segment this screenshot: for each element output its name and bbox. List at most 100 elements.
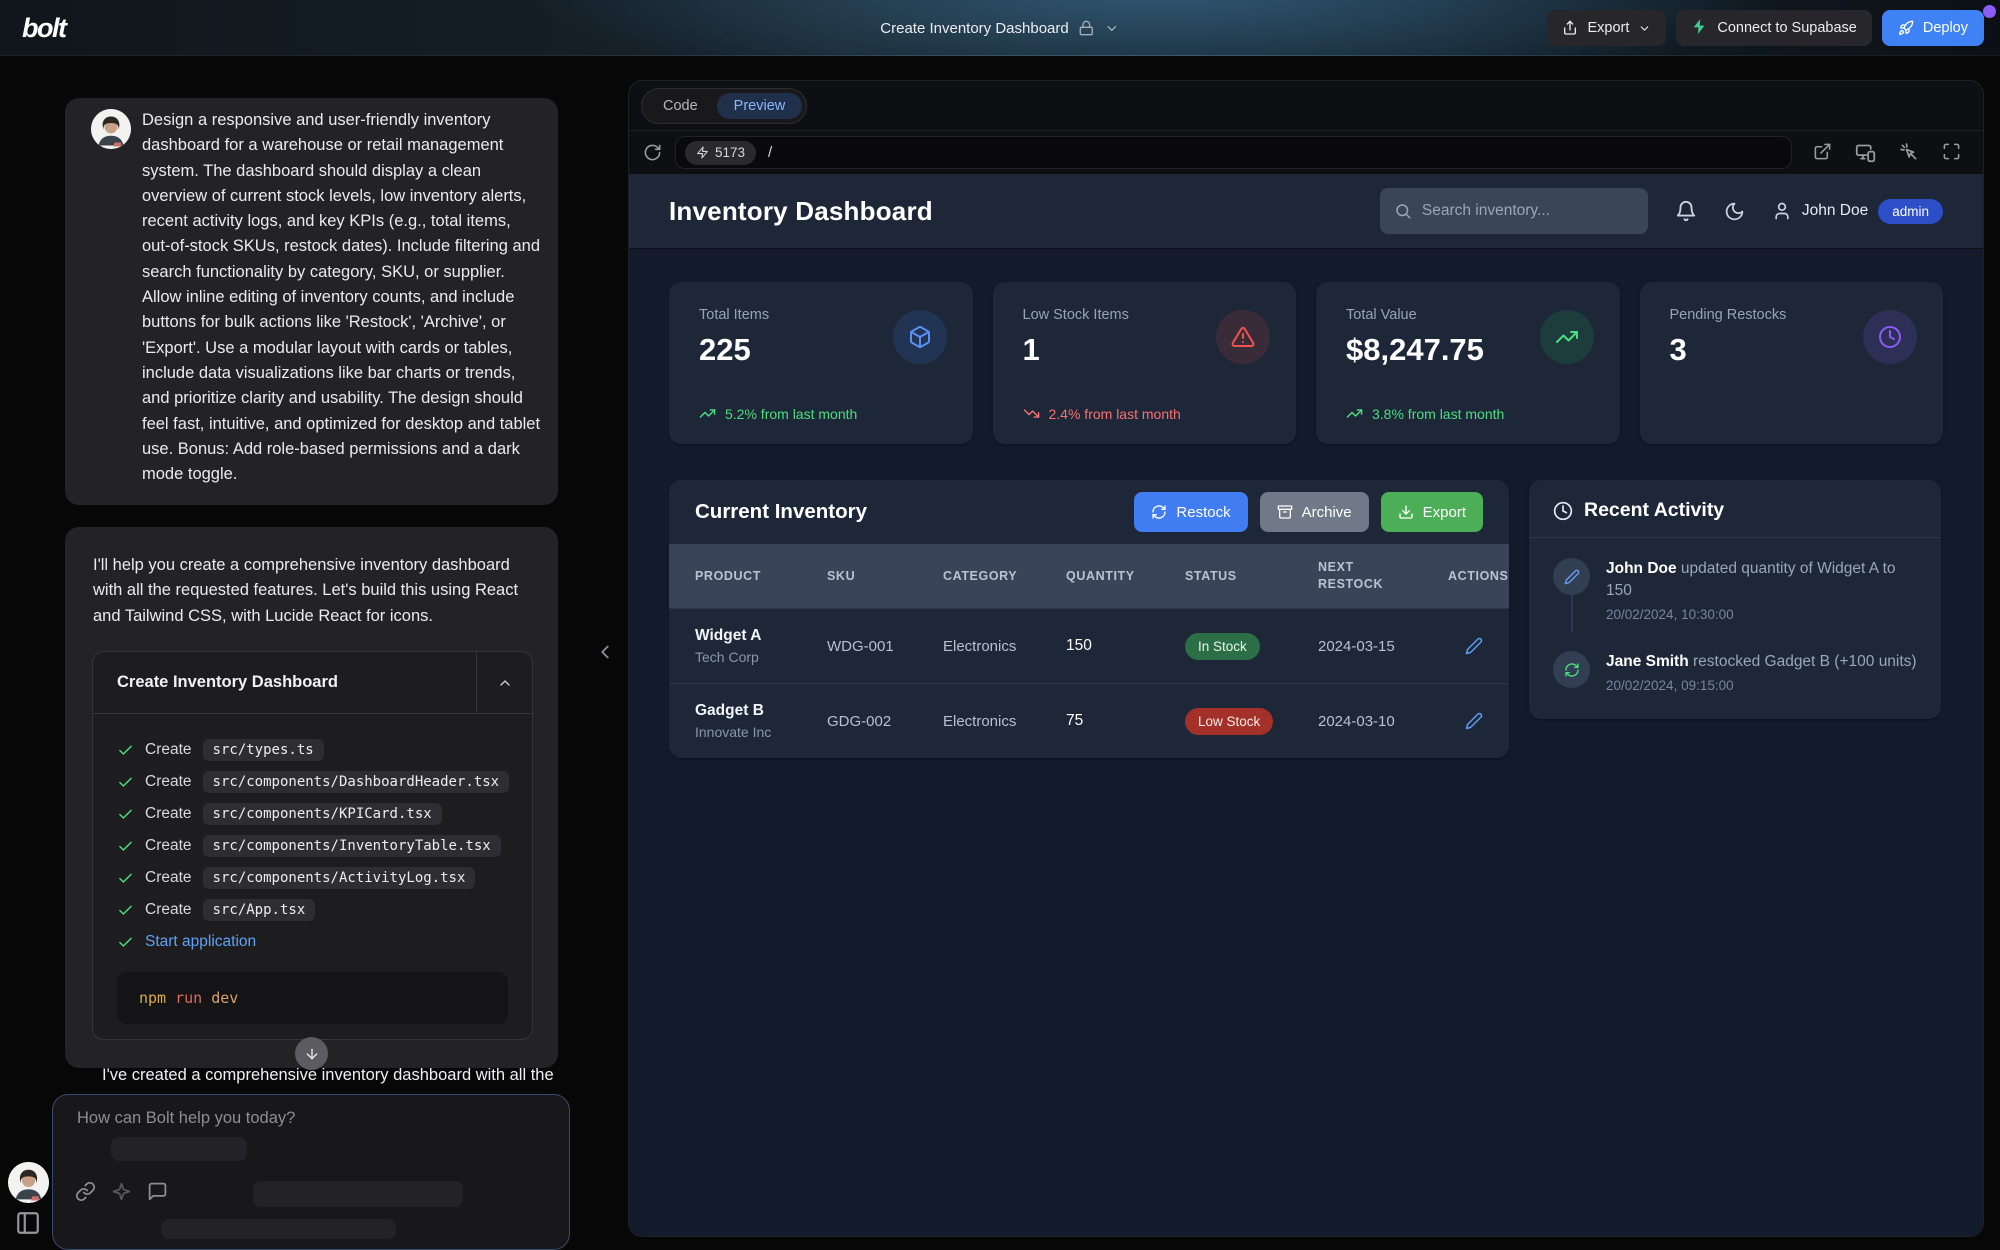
kpi-trend-text: 2.4% from last month: [1049, 406, 1181, 422]
refresh-icon: [1151, 504, 1167, 520]
chat-input-placeholder: How can Bolt help you today?: [77, 1109, 295, 1128]
inventory-search-input[interactable]: Search inventory...: [1380, 188, 1648, 234]
status-badge: Low Stock: [1185, 708, 1273, 735]
plan-step: Create src/types.ts: [117, 734, 508, 766]
user-menu[interactable]: John Doe admin: [1772, 199, 1943, 224]
trending-down-icon: [1023, 405, 1040, 422]
step-action: Create: [145, 837, 192, 855]
code-preview-toggle: Code Preview: [641, 88, 807, 124]
open-external-icon[interactable]: [1813, 142, 1832, 163]
step-action: Create: [145, 805, 192, 823]
dark-mode-toggle-icon[interactable]: [1724, 201, 1745, 222]
reload-icon[interactable]: [643, 143, 662, 162]
notification-dot: [1983, 5, 1996, 18]
package-icon: [893, 310, 947, 364]
quantity-cell[interactable]: 75: [1066, 712, 1185, 730]
supabase-label: Connect to Supabase: [1717, 20, 1856, 36]
kpi-trend-text: 3.8% from last month: [1372, 406, 1504, 422]
inspect-pointer-icon[interactable]: [1899, 142, 1919, 163]
assistant-intro-text: I'll help you create a comprehensive inv…: [93, 553, 531, 629]
fullscreen-icon[interactable]: [1942, 142, 1961, 163]
table-row[interactable]: Gadget B Innovate Inc GDG-002 Electronic…: [669, 683, 1509, 758]
activity-time: 20/02/2024, 09:15:00: [1606, 678, 1917, 693]
trending-up-icon: [1540, 310, 1594, 364]
browser-toolbar: 5173 /: [629, 130, 1983, 174]
project-title-group[interactable]: Create Inventory Dashboard: [880, 0, 1119, 56]
edit-pencil-icon: [1465, 712, 1483, 730]
supabase-icon: [1691, 18, 1708, 39]
plan-step: Create src/components/ActivityLog.tsx: [117, 862, 508, 894]
terminal-token: npm: [139, 989, 166, 1007]
chat-mode-icon[interactable]: [147, 1181, 168, 1202]
port-pill[interactable]: 5173: [685, 141, 756, 165]
address-bar[interactable]: 5173 /: [675, 136, 1792, 169]
chevron-down-icon[interactable]: [1105, 21, 1120, 36]
kpi-card-pending-restocks: Pending Restocks 3: [1640, 282, 1944, 444]
trending-up-icon: [1346, 405, 1363, 422]
user-message: Design a responsive and user-friendly in…: [65, 98, 558, 505]
plan-step: Create src/App.tsx: [117, 894, 508, 926]
sku-cell: GDG-002: [827, 713, 943, 730]
step-file[interactable]: src/components/ActivityLog.tsx: [203, 867, 476, 889]
chevron-left-icon: [594, 638, 616, 666]
connect-supabase-button[interactable]: Connect to Supabase: [1676, 10, 1871, 46]
kpi-card-low-stock: Low Stock Items 1 2.4% from last month: [993, 282, 1297, 444]
deploy-button[interactable]: Deploy: [1882, 10, 1984, 46]
step-file[interactable]: src/components/DashboardHeader.tsx: [203, 771, 510, 793]
attach-link-icon[interactable]: [75, 1181, 96, 1202]
activity-item: Jane Smith restocked Gadget B (+100 unit…: [1553, 651, 1917, 693]
rocket-icon: [1898, 20, 1914, 36]
kpi-row: Total Items 225 5.2% from last month Low…: [669, 282, 1943, 444]
step-action: Create: [145, 773, 192, 791]
toggle-sidebar-button[interactable]: [15, 1210, 41, 1236]
step-file[interactable]: src/components/KPICard.tsx: [203, 803, 442, 825]
step-file[interactable]: src/App.tsx: [203, 899, 316, 921]
port-number: 5173: [715, 145, 745, 160]
notifications-bell-icon[interactable]: [1675, 200, 1697, 222]
check-icon: [117, 902, 134, 919]
collapse-plan-button[interactable]: [476, 652, 532, 713]
panel-left-icon: [15, 1210, 41, 1236]
sparkles-icon[interactable]: [111, 1181, 132, 1202]
step-file[interactable]: src/components/InventoryTable.tsx: [203, 835, 501, 857]
check-icon: [117, 934, 134, 951]
user-message-text: Design a responsive and user-friendly in…: [142, 108, 542, 487]
download-icon: [1398, 504, 1414, 520]
start-application-link[interactable]: Start application: [145, 933, 256, 951]
chat-input-box[interactable]: How can Bolt help you today?: [52, 1094, 570, 1250]
status-badge: In Stock: [1185, 633, 1260, 660]
activity-item: John Doe updated quantity of Widget A to…: [1553, 558, 1917, 622]
search-placeholder: Search inventory...: [1422, 202, 1550, 220]
restock-button[interactable]: Restock: [1134, 492, 1247, 532]
export-button[interactable]: Export: [1547, 10, 1666, 46]
export-table-button[interactable]: Export: [1381, 492, 1483, 532]
product-supplier: Tech Corp: [695, 649, 827, 665]
plan-step-start: Start application: [117, 926, 508, 958]
table-row[interactable]: Widget A Tech Corp WDG-001 Electronics 1…: [669, 608, 1509, 683]
profile-avatar[interactable]: [8, 1162, 49, 1203]
table-header-row: PRODUCT SKU CATEGORY QUANTITY STATUS NEX…: [669, 544, 1509, 608]
project-title: Create Inventory Dashboard: [880, 20, 1068, 37]
check-icon: [117, 806, 134, 823]
quantity-cell[interactable]: 150: [1066, 637, 1185, 655]
refresh-icon: [1553, 651, 1590, 688]
current-inventory-card: Current Inventory Restock Archive: [669, 480, 1509, 758]
plan-title: Create Inventory Dashboard: [93, 652, 476, 713]
export-table-label: Export: [1423, 504, 1466, 521]
product-name: Widget A: [695, 627, 827, 645]
step-file[interactable]: src/types.ts: [203, 739, 324, 761]
scroll-to-bottom-button[interactable]: [295, 1037, 328, 1070]
archive-button[interactable]: Archive: [1260, 492, 1369, 532]
col-status: STATUS: [1185, 569, 1318, 583]
responsive-devices-icon[interactable]: [1855, 142, 1876, 163]
user-icon: [1772, 201, 1792, 221]
activity-title: Recent Activity: [1584, 499, 1724, 522]
tab-code[interactable]: Code: [646, 93, 715, 119]
role-badge: admin: [1878, 199, 1943, 224]
kpi-trend-text: 5.2% from last month: [725, 406, 857, 422]
plan-step: Create src/components/KPICard.tsx: [117, 798, 508, 830]
upload-icon: [1562, 20, 1578, 36]
tab-preview[interactable]: Preview: [717, 93, 803, 119]
user-name: John Doe: [1802, 202, 1868, 220]
collapse-chat-button[interactable]: [594, 638, 616, 666]
